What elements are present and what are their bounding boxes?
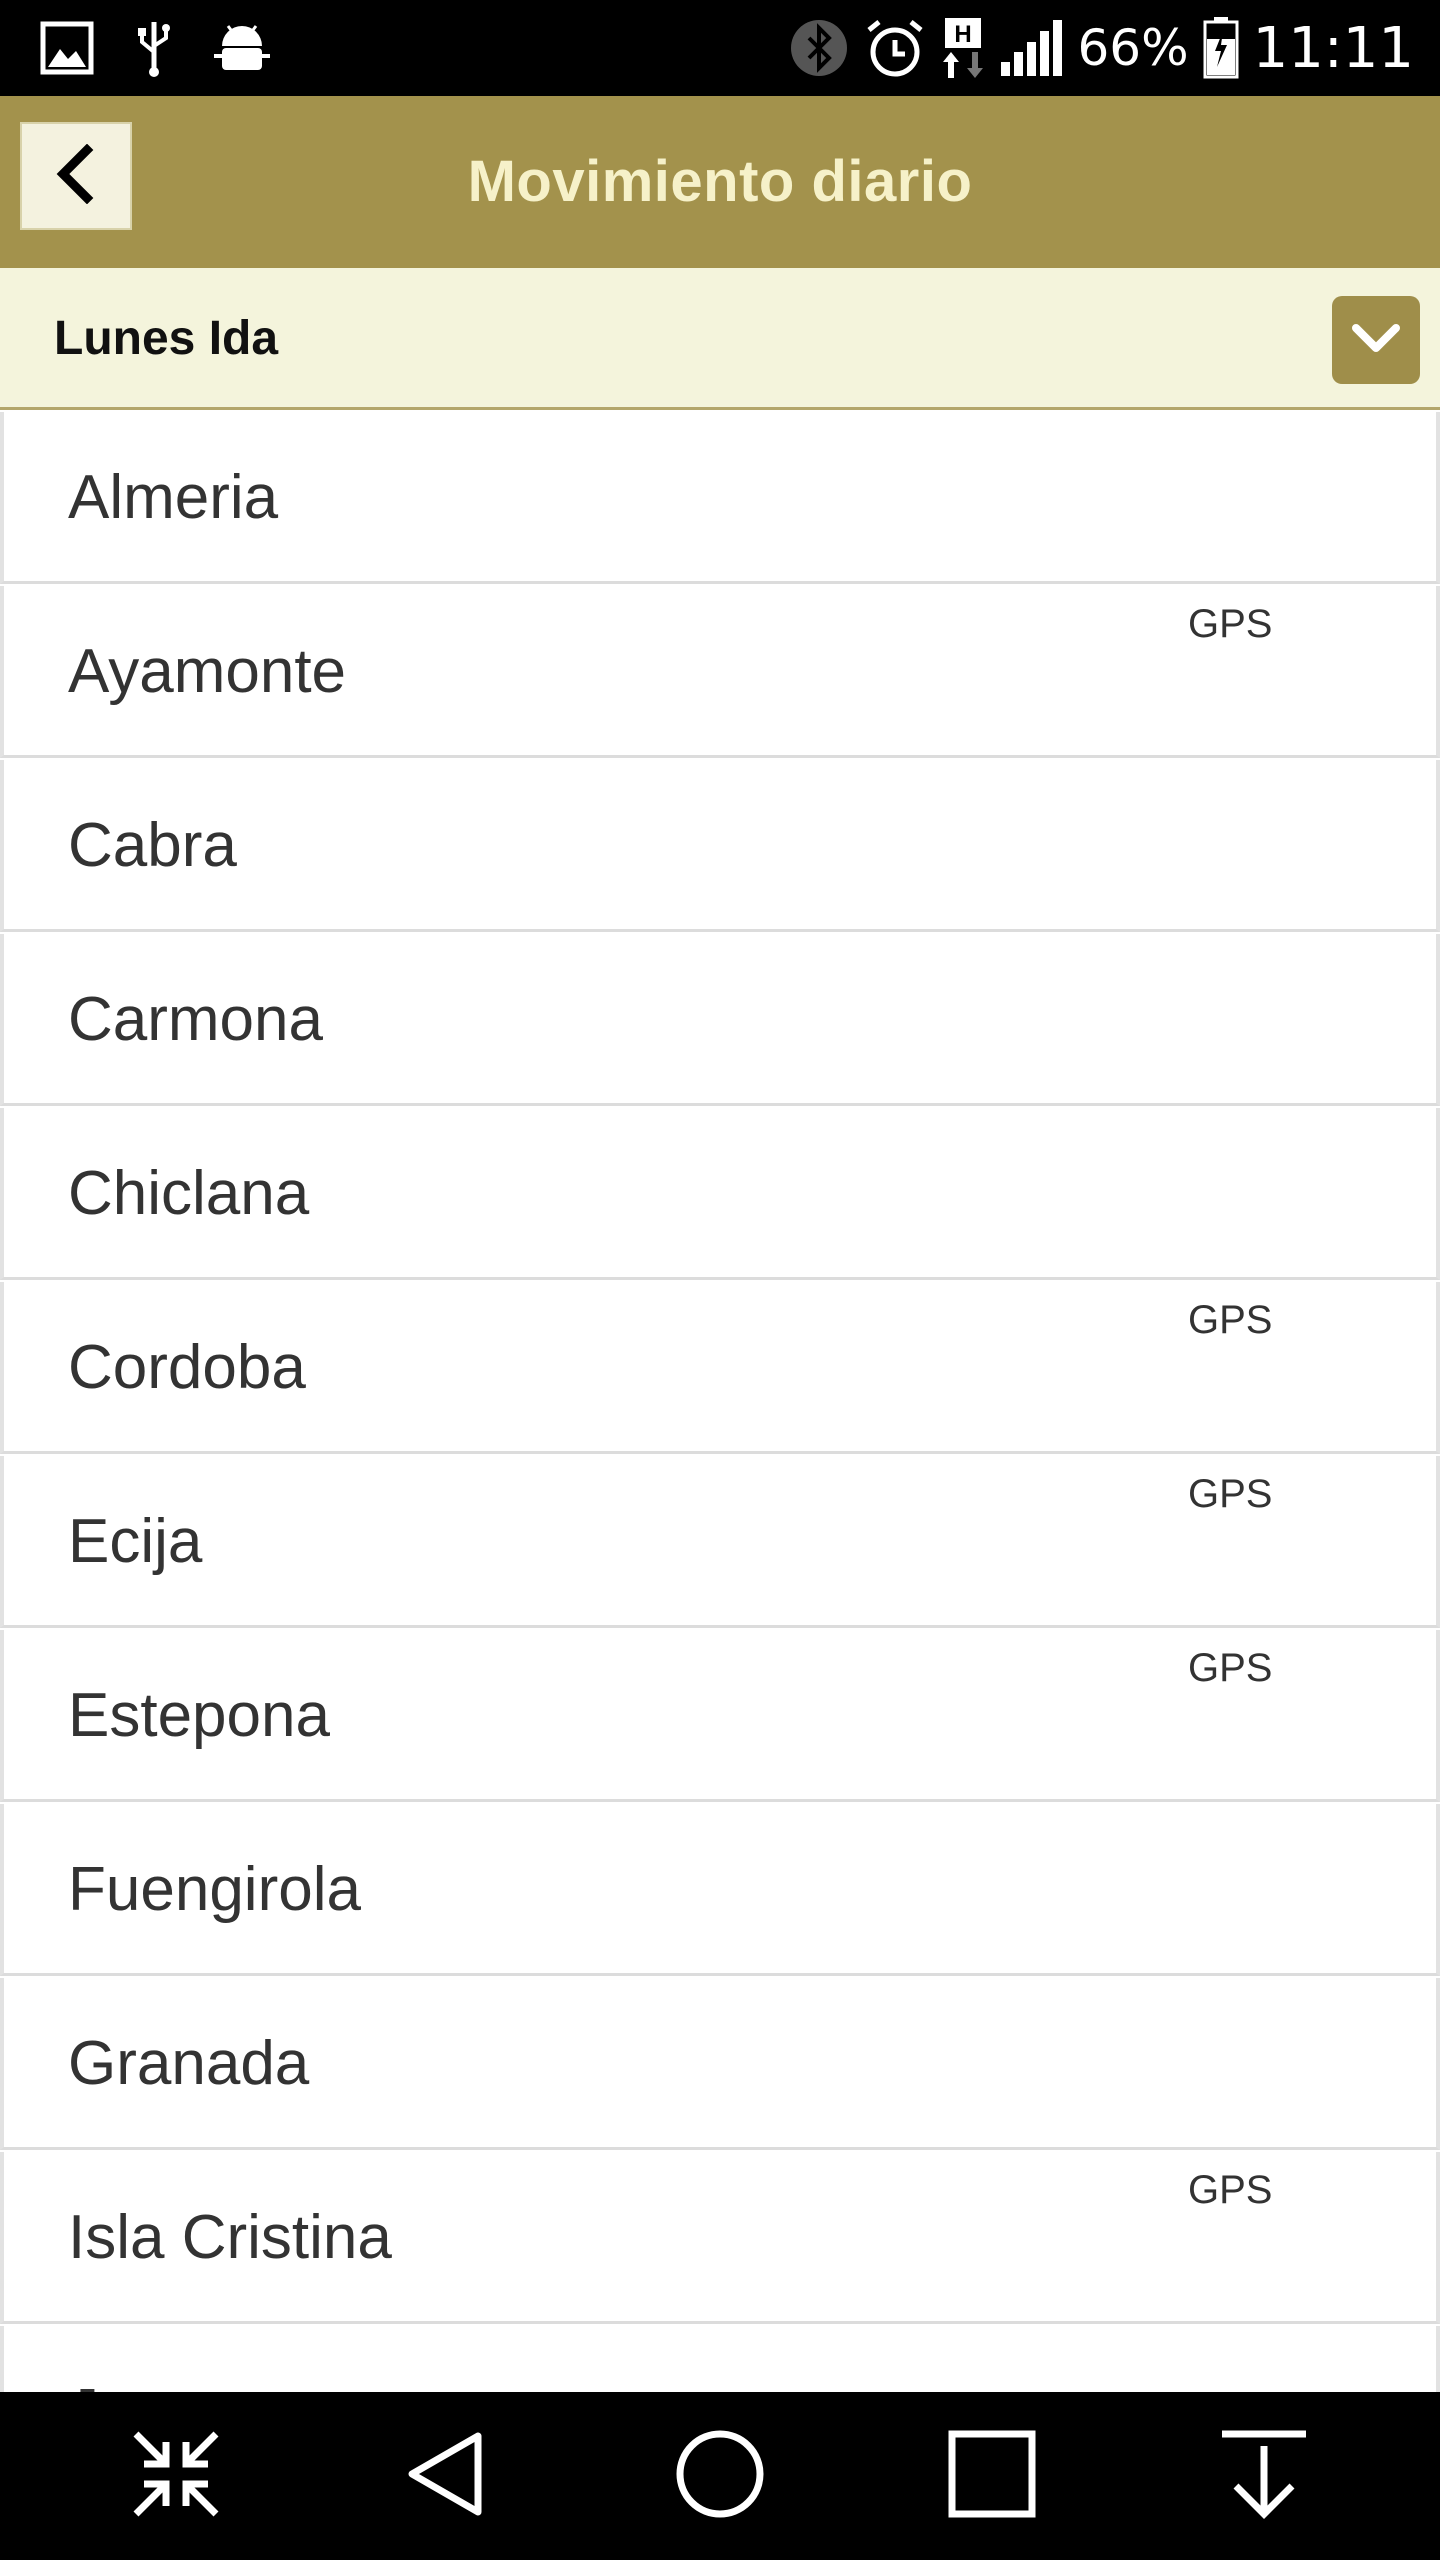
shrink-button[interactable] [116,2416,236,2536]
list-item-name: Isla Cristina [68,2203,392,2272]
bluetooth-icon [789,18,849,78]
hplus-data-icon: H [941,16,985,80]
list-item[interactable]: Isla Cristina GPS [0,2152,1440,2324]
chevron-down-icon [1348,318,1404,363]
list-item-name: Cordoba [68,1333,306,1402]
list-item[interactable]: Cordoba GPS [0,1282,1440,1454]
gps-badge: GPS [1188,602,1273,646]
system-nav-bar [0,2392,1440,2560]
shrink-icon [128,2426,224,2527]
gps-badge: GPS [1188,2168,1273,2212]
nav-home-button[interactable] [660,2416,780,2536]
list-item-name: Cabra [68,811,237,880]
list-item[interactable]: Estepona GPS [0,1630,1440,1802]
list-item[interactable]: Ayamonte GPS [0,586,1440,758]
chevron-left-icon [51,143,101,209]
list-item-name: Estepona [68,1681,330,1750]
clock: 11:11 [1252,15,1414,81]
list-item[interactable]: Granada [0,1978,1440,2150]
list-item-name: Granada [68,2029,310,2098]
selected-day-label: Lunes Ida [54,312,279,365]
back-triangle-icon [400,2426,496,2527]
list-item[interactable]: Fuengirola [0,1804,1440,1976]
status-bar-right: H 66% 11:11 [789,14,1414,82]
usb-icon [134,18,174,78]
recents-square-icon [944,2426,1040,2527]
battery-percent: 66% [1077,19,1189,77]
list-item-name: Chiclana [68,1159,310,1228]
list-item[interactable]: Ecija GPS [0,1456,1440,1628]
list-item-name: Fuengirola [68,1855,361,1924]
notification-pull-down-icon [1216,2426,1312,2527]
list-item-name: Ayamonte [68,637,347,706]
list-item[interactable]: J [0,2326,1440,2392]
dropdown-toggle-button[interactable] [1332,296,1420,384]
svg-text:H: H [955,21,972,48]
gps-badge: GPS [1188,1646,1273,1690]
day-selector[interactable]: Lunes Ida [0,268,1440,410]
nav-back-button[interactable] [388,2416,508,2536]
list-item[interactable]: Carmona [0,934,1440,1106]
list-item[interactable]: Chiclana [0,1108,1440,1280]
list-item[interactable]: Cabra [0,760,1440,932]
app-header: Movimiento diario [0,96,1440,268]
nav-recents-button[interactable] [932,2416,1052,2536]
list-item-name: Carmona [68,985,323,1054]
status-bar: H 66% 11:11 [0,0,1440,96]
alarm-icon [863,16,927,80]
gps-badge: GPS [1188,1472,1273,1516]
city-list: Almeria Ayamonte GPS Cabra Carmona Chicl… [0,412,1440,2392]
page-title: Movimiento diario [467,149,973,214]
list-item[interactable]: Almeria [0,412,1440,584]
nav-notifications-button[interactable] [1204,2416,1324,2536]
home-circle-icon [672,2426,768,2527]
gps-badge: GPS [1188,1298,1273,1342]
android-debug-icon [214,20,270,76]
list-item-name: Ecija [68,1507,203,1576]
image-icon [40,21,94,75]
status-bar-left [40,18,270,78]
list-item-name: J [68,2326,99,2392]
list-item-name: Almeria [68,463,279,532]
back-button[interactable] [20,122,132,230]
battery-charging-icon [1203,17,1239,79]
signal-icon [999,18,1063,78]
